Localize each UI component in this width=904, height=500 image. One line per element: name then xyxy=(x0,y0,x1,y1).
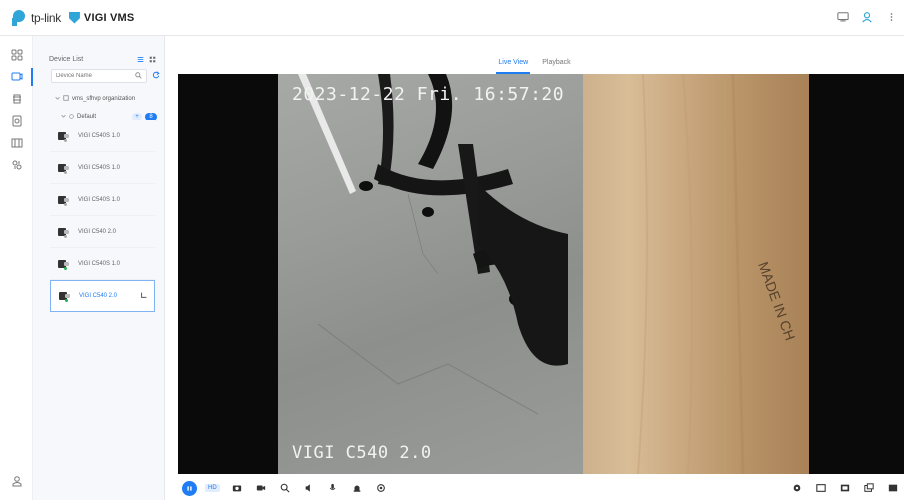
settings-icon[interactable] xyxy=(0,154,33,176)
organization-label: vms_sfhvp organization xyxy=(72,96,136,102)
monitor-icon[interactable] xyxy=(836,10,850,24)
video-controls: HD xyxy=(178,476,904,500)
talk-icon[interactable] xyxy=(326,481,340,495)
ptz-icon[interactable] xyxy=(374,481,388,495)
device-search-input[interactable] xyxy=(56,73,126,79)
dashboard-icon[interactable] xyxy=(0,44,33,66)
account-icon[interactable] xyxy=(0,470,33,492)
fullscreen-icon[interactable] xyxy=(886,481,900,495)
list-view-icon[interactable] xyxy=(137,56,144,63)
tab-playback[interactable]: Playback xyxy=(542,59,570,74)
vigi-logo: VIGI VMS xyxy=(68,11,135,24)
audio-icon[interactable] xyxy=(302,481,316,495)
camera-icon xyxy=(58,131,70,142)
top-bar: tp-link VIGI VMS xyxy=(0,0,904,36)
map-icon[interactable] xyxy=(0,110,33,132)
left-rail xyxy=(0,36,33,500)
device-item[interactable]: VIGI C540S 1.0 xyxy=(50,184,155,216)
multi-window-icon[interactable] xyxy=(862,481,876,495)
event-icon[interactable] xyxy=(0,88,33,110)
quality-toggle[interactable]: HD xyxy=(205,484,220,492)
device-label: VIGI C540S 1.0 xyxy=(78,132,121,139)
snapshot-icon[interactable] xyxy=(230,481,244,495)
device-label: VIGI C540 2.0 xyxy=(78,228,117,235)
tplink-logo: tp-link xyxy=(12,9,61,26)
device-item[interactable]: VIGI C540S 1.0 xyxy=(50,152,155,184)
camera-icon xyxy=(59,291,71,302)
organization-icon xyxy=(63,95,69,103)
tree-organization[interactable]: vms_sfhvp organization xyxy=(55,95,135,103)
svg-text:MADE IN CH: MADE IN CH xyxy=(755,260,798,343)
camera-icon xyxy=(58,259,70,270)
camera-icon xyxy=(58,227,70,238)
storage-icon[interactable] xyxy=(0,132,33,154)
device-label: VIGI C540 2.0 xyxy=(79,293,118,299)
window-icon[interactable] xyxy=(838,481,852,495)
record-icon[interactable] xyxy=(254,481,268,495)
settings-icon[interactable] xyxy=(790,481,804,495)
device-item[interactable]: VIGI C540S 1.0 xyxy=(50,248,155,280)
camera-feed-image: MADE IN CH xyxy=(278,74,809,474)
device-search[interactable] xyxy=(51,69,147,83)
device-item[interactable]: VIGI C540S 1.0 xyxy=(50,120,155,152)
online-status-dot xyxy=(64,266,67,270)
device-list: VIGI C540S 1.0 VIGI C540S 1.0 VIGI C540S… xyxy=(50,120,155,312)
device-label: VIGI C540S 1.0 xyxy=(78,196,121,203)
tplink-logo-text: tp-link xyxy=(31,10,61,25)
video-timestamp: 2023-12-22 Fri. 16:57:20 xyxy=(292,84,565,105)
vigi-logo-text: VIGI VMS xyxy=(83,11,135,24)
main-area: Live View Playback MADE IN CH 2023-12-22… xyxy=(165,36,904,500)
search-icon[interactable] xyxy=(135,71,142,81)
camera-icon xyxy=(58,163,70,174)
tab-live-view[interactable]: Live View xyxy=(496,59,531,74)
zoom-icon[interactable] xyxy=(278,481,292,495)
more-icon[interactable] xyxy=(884,10,898,24)
layout-icon[interactable] xyxy=(814,481,828,495)
chevron-down-icon[interactable] xyxy=(55,96,60,103)
camera-icon xyxy=(58,195,70,206)
user-icon[interactable] xyxy=(860,10,874,24)
playing-indicator-icon[interactable] xyxy=(140,291,148,301)
device-item[interactable]: VIGI C540 2.0 xyxy=(50,216,155,248)
vigi-shield-icon xyxy=(68,11,80,24)
device-label: VIGI C540S 1.0 xyxy=(78,260,121,267)
video-viewport[interactable]: MADE IN CH 2023-12-22 Fri. 16:57:20 VIGI… xyxy=(178,74,904,474)
device-icon[interactable] xyxy=(0,66,33,88)
refresh-icon[interactable] xyxy=(152,71,160,81)
alarm-icon[interactable] xyxy=(350,481,364,495)
online-status-dot xyxy=(65,299,68,302)
camera-name-overlay: VIGI C540 2.0 xyxy=(292,443,432,463)
device-item-selected[interactable]: VIGI C540 2.0 xyxy=(50,280,155,312)
grid-view-icon[interactable] xyxy=(149,56,156,63)
pause-button[interactable] xyxy=(182,480,197,496)
device-list-title: Device List xyxy=(49,55,84,63)
tplink-logo-mark xyxy=(12,9,28,26)
device-label: VIGI C540S 1.0 xyxy=(78,164,121,171)
